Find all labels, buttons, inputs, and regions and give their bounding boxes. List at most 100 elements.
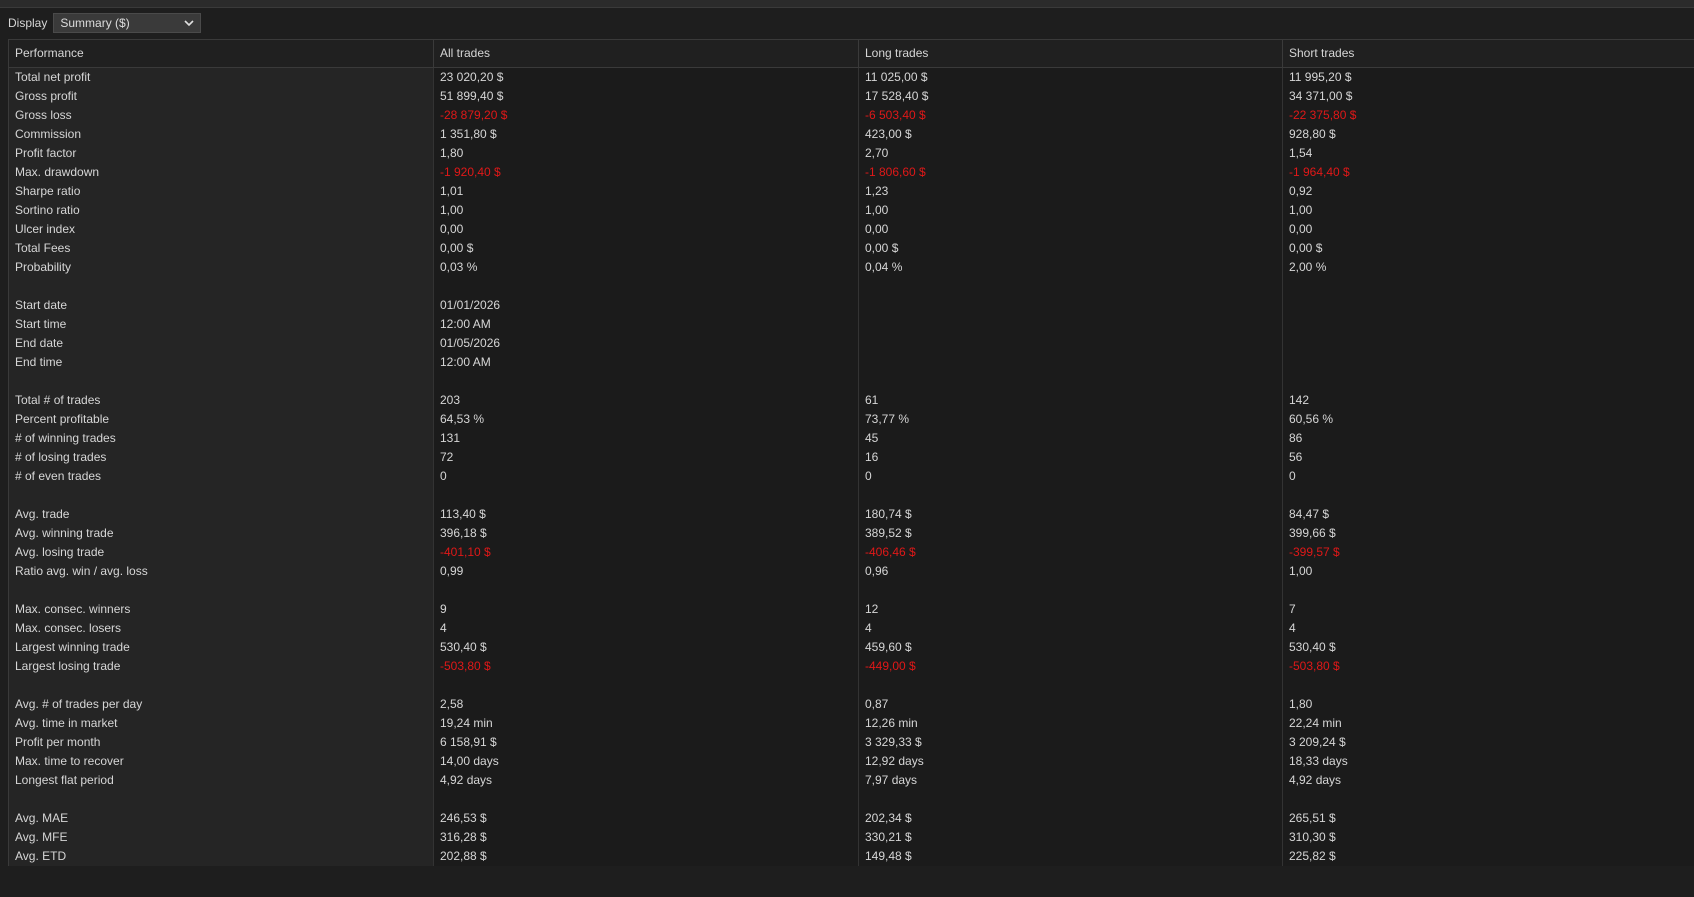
column-header-all-trades[interactable]: All trades [434, 40, 859, 67]
cell-long-trades: 180,74 $ [859, 505, 1283, 524]
cell-long-trades [859, 790, 1283, 809]
row-label: Sharpe ratio [9, 182, 434, 201]
cell-long-trades [859, 353, 1283, 372]
table-row[interactable] [9, 486, 1694, 505]
cell-short-trades: 928,80 $ [1289, 127, 1336, 141]
table-row[interactable]: Sortino ratio 1,00 1,00 1,00 [9, 201, 1694, 220]
table-row[interactable]: Avg. # of trades per day 2,58 0,87 1,80 [9, 695, 1694, 714]
table-row[interactable]: Profit factor 1,80 2,70 1,54 [9, 144, 1694, 163]
table-row[interactable]: Avg. trade 113,40 $180,74 $ 84,47 $ [9, 505, 1694, 524]
cell-short-trades: 399,66 $ [1289, 526, 1336, 540]
table-row[interactable] [9, 676, 1694, 695]
table-row[interactable]: Avg. ETD 202,88 $149,48 $ 225,82 $ [9, 847, 1694, 866]
table-row[interactable] [9, 372, 1694, 391]
row-label: Longest flat period [9, 771, 434, 790]
row-label: Profit factor [9, 144, 434, 163]
table-row[interactable]: # of even trades 0 0 0 [9, 467, 1694, 486]
table-row[interactable]: Sharpe ratio 1,01 1,23 0,92 [9, 182, 1694, 201]
cell-short-trades: -399,57 $ [1289, 545, 1340, 559]
grid-header: Performance All trades Long trades Short… [9, 40, 1694, 68]
cell-all-trades: 246,53 $ [434, 809, 859, 828]
row-label: Avg. trade [9, 505, 434, 524]
cell-long-trades [859, 315, 1283, 334]
table-row[interactable]: Start time 12:00 AM [9, 315, 1694, 334]
cell-short-trades: 0,00 [1289, 222, 1313, 236]
cell-short-trades: -503,80 $ [1289, 659, 1340, 673]
table-row[interactable]: Max. consec. losers 4 4 4 [9, 619, 1694, 638]
table-row[interactable] [9, 581, 1694, 600]
row-label [9, 790, 434, 809]
table-row[interactable]: Profit per month 6 158,91 $3 329,33 $ 3 20… [9, 733, 1694, 752]
table-row[interactable]: Commission 1 351,80 $423,00 $ 928,80 $ [9, 125, 1694, 144]
row-label [9, 372, 434, 391]
table-row[interactable]: Probability 0,03 % 0,04 % 2,00 % [9, 258, 1694, 277]
table-row[interactable]: Largest losing trade -503,80 $ -449,00 $ -5… [9, 657, 1694, 676]
table-row[interactable]: Avg. winning trade 396,18 $389,52 $ 399,66… [9, 524, 1694, 543]
table-row[interactable]: Avg. MAE 246,53 $202,34 $ 265,51 $ [9, 809, 1694, 828]
table-row[interactable]: Avg. time in market 19,24 min 12,26 min 22,… [9, 714, 1694, 733]
table-row[interactable]: Avg. MFE 316,28 $330,21 $ 310,30 $ [9, 828, 1694, 847]
row-label: Avg. ETD [9, 847, 434, 866]
cell-all-trades: 0,03 % [434, 258, 859, 277]
row-label: Start date [9, 296, 434, 315]
table-row[interactable]: Gross loss -28 879,20 $ -6 503,40 $ -22 375… [9, 106, 1694, 125]
table-row[interactable]: Max. drawdown -1 920,40 $ -1 806,60 $ -1 96… [9, 163, 1694, 182]
table-row[interactable] [9, 277, 1694, 296]
cell-short-trades: 1,80 [1289, 697, 1313, 711]
column-header-long-trades[interactable]: Long trades [859, 40, 1283, 67]
cell-long-trades: -6 503,40 $ [859, 106, 1283, 125]
column-header-performance[interactable]: Performance [9, 40, 434, 67]
table-row[interactable]: Max. consec. winners 9 12 7 [9, 600, 1694, 619]
table-row[interactable] [9, 790, 1694, 809]
cell-short-trades [1283, 296, 1694, 315]
row-label [9, 676, 434, 695]
row-label: Max. time to recover [9, 752, 434, 771]
table-row[interactable]: Start date 01/01/2026 [9, 296, 1694, 315]
table-row[interactable]: Ratio avg. win / avg. loss 0,99 0,96 1,00 [9, 562, 1694, 581]
row-label [9, 581, 434, 600]
table-row[interactable]: Avg. losing trade -401,10 $ -406,46 $ -399,… [9, 543, 1694, 562]
cell-long-trades: 0,00 [859, 220, 1283, 239]
table-row[interactable]: # of winning trades 131 45 86 [9, 429, 1694, 448]
cell-all-trades [434, 372, 859, 391]
cell-long-trades [859, 334, 1283, 353]
row-label [9, 486, 434, 505]
cell-long-trades: 423,00 $ [859, 125, 1283, 144]
table-row[interactable]: Gross profit 51 899,40 $17 528,40 $ 34 371… [9, 87, 1694, 106]
row-label: Avg. losing trade [9, 543, 434, 562]
row-label: Profit per month [9, 733, 434, 752]
table-row[interactable]: Longest flat period 4,92 days 7,97 days 4,9… [9, 771, 1694, 790]
cell-short-trades: 18,33 days [1289, 754, 1348, 768]
table-row[interactable]: Percent profitable 64,53 % 73,77 % 60,56 % [9, 410, 1694, 429]
cell-short-trades: 142 [1289, 393, 1310, 407]
cell-short-trades: 56 [1289, 450, 1303, 464]
table-row[interactable]: Total net profit 23 020,20 $11 025,00 $ 11… [9, 68, 1694, 87]
table-row[interactable]: Total # of trades 203 61 142 [9, 391, 1694, 410]
cell-all-trades: 1,80 [434, 144, 859, 163]
table-row[interactable]: Ulcer index 0,00 0,00 0,00 [9, 220, 1694, 239]
cell-long-trades: -406,46 $ [859, 543, 1283, 562]
cell-all-trades [434, 486, 859, 505]
cell-short-trades [1283, 581, 1694, 600]
cell-all-trades: 113,40 $ [434, 505, 859, 524]
cell-long-trades: 12,92 days [859, 752, 1283, 771]
column-header-short-trades[interactable]: Short trades [1283, 40, 1694, 67]
cell-short-trades: 84,47 $ [1289, 507, 1330, 521]
table-row[interactable]: Largest winning trade 530,40 $459,60 $530… [9, 638, 1694, 657]
performance-grid: Performance All trades Long trades Short… [8, 39, 1694, 867]
table-row[interactable]: End time 12:00 AM [9, 353, 1694, 372]
row-label: Largest losing trade [9, 657, 434, 676]
row-label: Total # of trades [9, 391, 434, 410]
table-row[interactable]: End date 01/05/2026 [9, 334, 1694, 353]
table-row[interactable]: Total Fees 0,00 $0,00 $0,00 $ [9, 239, 1694, 258]
cell-all-trades: 12:00 AM [434, 315, 859, 334]
display-select[interactable]: Summary ($) [53, 12, 202, 33]
cell-long-trades: 149,48 $ [859, 847, 1283, 866]
cell-all-trades [434, 581, 859, 600]
cell-long-trades: -449,00 $ [859, 657, 1283, 676]
table-row[interactable]: Max. time to recover 14,00 days 12,92 days… [9, 752, 1694, 771]
cell-short-trades: 530,40 $ [1289, 640, 1336, 654]
row-label: Avg. MFE [9, 828, 434, 847]
cell-all-trades [434, 676, 859, 695]
table-row[interactable]: # of losing trades 72 16 56 [9, 448, 1694, 467]
